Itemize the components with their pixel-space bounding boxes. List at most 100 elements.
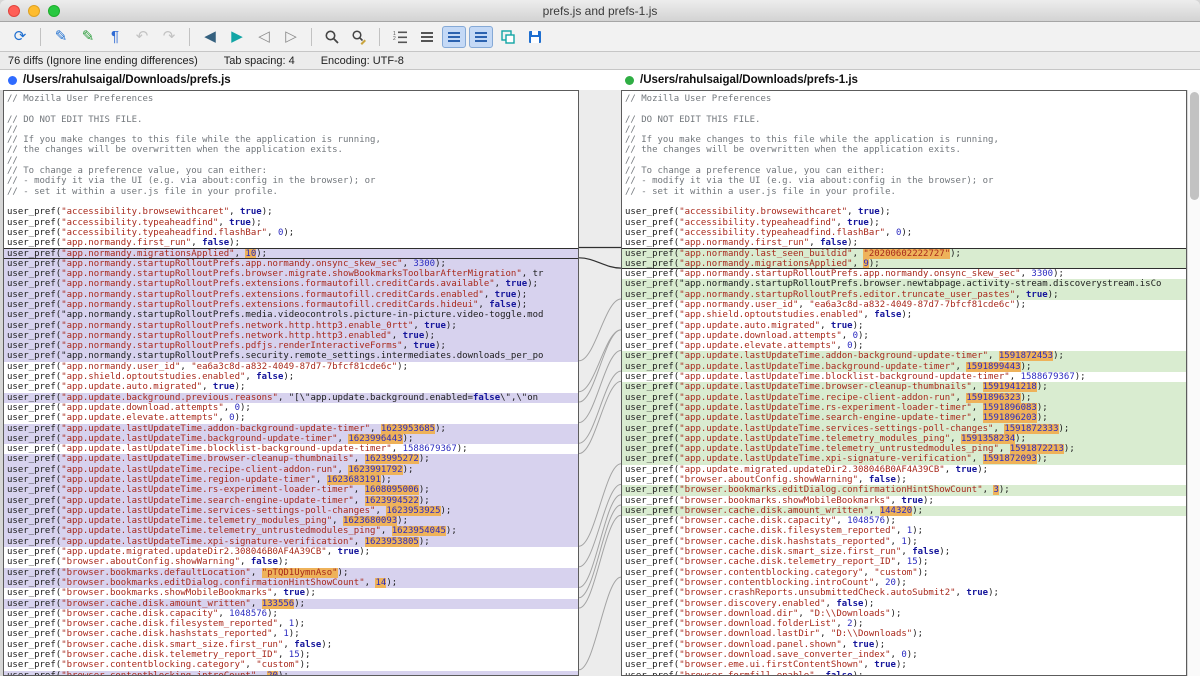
code-line[interactable]: user_pref("app.update.lastUpdateTime.sea… — [4, 496, 578, 506]
code-line[interactable]: user_pref("app.update.lastUpdateTime.xpi… — [622, 454, 1186, 464]
code-line[interactable]: user_pref("app.normandy.startupRolloutPr… — [4, 310, 578, 320]
code-line[interactable]: ​ — [4, 197, 578, 207]
close-button[interactable] — [8, 5, 20, 17]
code-line[interactable]: user_pref("app.update.download.attempts"… — [622, 331, 1186, 341]
code-line[interactable]: user_pref("browser.aboutConfig.showWarni… — [4, 557, 578, 567]
code-line[interactable]: user_pref("app.update.lastUpdateTime.blo… — [622, 372, 1186, 382]
code-line[interactable]: user_pref("browser.bookmarks.editDialog.… — [622, 485, 1186, 495]
code-line[interactable]: user_pref("app.update.elevate.attempts",… — [4, 413, 578, 423]
code-line[interactable]: user_pref("app.update.lastUpdateTime.add… — [622, 351, 1186, 361]
code-line[interactable]: user_pref("app.normandy.startupRolloutPr… — [4, 269, 578, 279]
code-line[interactable]: user_pref("app.normandy.startupRolloutPr… — [4, 300, 578, 310]
code-line[interactable]: user_pref("app.normandy.last_seen_buildi… — [622, 248, 1186, 258]
code-line[interactable]: // — [4, 125, 578, 135]
code-line[interactable]: // To change a preference value, you can… — [622, 166, 1186, 176]
code-line[interactable]: // If you make changes to this file whil… — [622, 135, 1186, 145]
code-line[interactable]: user_pref("app.update.lastUpdateTime.rec… — [622, 393, 1186, 403]
code-line[interactable]: user_pref("browser.download.save_convert… — [622, 650, 1186, 660]
code-line[interactable]: user_pref("app.update.auto.migrated", tr… — [4, 382, 578, 392]
code-line[interactable]: user_pref("browser.aboutConfig.showWarni… — [622, 475, 1186, 485]
code-line[interactable]: // DO NOT EDIT THIS FILE. — [622, 115, 1186, 125]
code-line[interactable]: user_pref("app.update.download.attempts"… — [4, 403, 578, 413]
code-line[interactable]: user_pref("app.normandy.startupRolloutPr… — [622, 269, 1186, 279]
code-line[interactable]: user_pref("app.update.lastUpdateTime.rs-… — [4, 485, 578, 495]
code-line[interactable]: user_pref("browser.download.folderList",… — [622, 619, 1186, 629]
code-line[interactable]: user_pref("app.normandy.startupRolloutPr… — [4, 341, 578, 351]
code-line[interactable]: user_pref("accessibility.typeaheadfind.f… — [4, 228, 578, 238]
code-line[interactable]: user_pref("app.update.lastUpdateTime.tel… — [4, 516, 578, 526]
code-line[interactable]: user_pref("app.update.elevate.attempts",… — [622, 341, 1186, 351]
next-diff-button[interactable]: ▶ — [225, 26, 249, 48]
code-line[interactable]: // To change a preference value, you can… — [4, 166, 578, 176]
zoom-button[interactable] — [48, 5, 60, 17]
prev-diff-button[interactable]: ◀ — [198, 26, 222, 48]
copy-button[interactable] — [496, 26, 520, 48]
edit-left-button[interactable]: ✎ — [49, 26, 73, 48]
view-unified-toggle[interactable] — [415, 26, 439, 48]
code-line[interactable]: user_pref("browser.bookmarks.defaultLoca… — [4, 568, 578, 578]
code-line[interactable]: user_pref("app.shield.optoutstudies.enab… — [4, 372, 578, 382]
code-line[interactable]: user_pref("app.normandy.first_run", fals… — [4, 238, 578, 248]
code-line[interactable]: user_pref("accessibility.typeaheadfind.f… — [622, 228, 1186, 238]
code-line[interactable]: user_pref("app.update.lastUpdateTime.ser… — [622, 424, 1186, 434]
code-line[interactable]: user_pref("app.normandy.user_id", "ea6a3… — [4, 362, 578, 372]
code-line[interactable]: user_pref("app.update.lastUpdateTime.rec… — [4, 465, 578, 475]
code-line[interactable]: user_pref("browser.cache.disk.smart_size… — [622, 547, 1186, 557]
code-line[interactable]: // the changes will be overwritten when … — [622, 145, 1186, 155]
code-line[interactable]: user_pref("browser.cache.disk.amount_wri… — [622, 506, 1186, 516]
code-line[interactable]: user_pref("accessibility.browsewithcaret… — [622, 207, 1186, 217]
code-line[interactable]: user_pref("browser.contentblocking.categ… — [4, 660, 578, 670]
code-line[interactable]: user_pref("browser.crashReports.unsubmit… — [622, 588, 1186, 598]
redo-button[interactable]: ↷ — [157, 26, 181, 48]
view-split-toggle[interactable] — [442, 26, 466, 48]
code-line[interactable]: ​ — [622, 197, 1186, 207]
code-line[interactable]: // the changes will be overwritten when … — [4, 145, 578, 155]
code-line[interactable]: user_pref("browser.cache.disk.hashstats_… — [622, 537, 1186, 547]
code-line[interactable]: user_pref("app.update.auto.migrated", tr… — [622, 321, 1186, 331]
scrollbar-thumb[interactable] — [1190, 92, 1199, 200]
code-line[interactable]: // - modify it via the UI (e.g. via abou… — [622, 176, 1186, 186]
undo-button[interactable]: ↶ — [130, 26, 154, 48]
code-line[interactable]: // - set it within a user.js file in you… — [622, 187, 1186, 197]
code-line[interactable]: user_pref("browser.cache.disk.capacity",… — [4, 609, 578, 619]
right-code-pane[interactable]: // Mozilla User Preferences​// DO NOT ED… — [621, 90, 1187, 676]
code-line[interactable]: // If you make changes to this file whil… — [4, 135, 578, 145]
code-line[interactable]: // — [622, 125, 1186, 135]
code-line[interactable]: user_pref("browser.download.panel.shown"… — [622, 640, 1186, 650]
code-line[interactable]: user_pref("app.normandy.user_id", "ea6a3… — [622, 300, 1186, 310]
code-line[interactable]: user_pref("browser.eme.ui.firstContentSh… — [622, 660, 1186, 670]
code-line[interactable]: user_pref("app.normandy.first_run", fals… — [622, 238, 1186, 248]
code-line[interactable]: user_pref("app.normandy.startupRolloutPr… — [4, 321, 578, 331]
code-line[interactable]: user_pref("app.update.migrated.updateDir… — [4, 547, 578, 557]
code-line[interactable]: user_pref("app.normandy.startupRolloutPr… — [4, 290, 578, 300]
code-line[interactable]: user_pref("accessibility.typeaheadfind",… — [4, 218, 578, 228]
code-line[interactable]: // Mozilla User Preferences — [622, 94, 1186, 104]
code-line[interactable]: ​ — [622, 104, 1186, 114]
code-line[interactable]: user_pref("browser.discovery.enabled", f… — [622, 599, 1186, 609]
code-line[interactable]: user_pref("app.update.lastUpdateTime.bro… — [4, 454, 578, 464]
code-line[interactable]: user_pref("browser.contentblocking.intro… — [622, 578, 1186, 588]
code-line[interactable]: user_pref("app.normandy.startupRolloutPr… — [622, 290, 1186, 300]
code-line[interactable]: user_pref("browser.bookmarks.showMobileB… — [622, 496, 1186, 506]
code-line[interactable]: user_pref("app.update.lastUpdateTime.ser… — [4, 506, 578, 516]
code-line[interactable]: user_pref("accessibility.typeaheadfind",… — [622, 218, 1186, 228]
code-line[interactable]: user_pref("app.normandy.migrationsApplie… — [622, 259, 1186, 269]
code-line[interactable]: user_pref("app.normandy.startupRolloutPr… — [4, 259, 578, 269]
code-line[interactable]: user_pref("app.shield.optoutstudies.enab… — [622, 310, 1186, 320]
code-line[interactable]: user_pref("app.normandy.startupRolloutPr… — [622, 279, 1186, 289]
code-line[interactable]: user_pref("browser.bookmarks.editDialog.… — [4, 578, 578, 588]
code-line[interactable]: user_pref("app.update.lastUpdateTime.bro… — [622, 382, 1186, 392]
search-replace-button[interactable] — [347, 26, 371, 48]
code-line[interactable]: user_pref("app.update.lastUpdateTime.rs-… — [622, 403, 1186, 413]
code-line[interactable]: user_pref("app.update.lastUpdateTime.blo… — [4, 444, 578, 454]
code-line[interactable]: user_pref("browser.cache.disk.amount_wri… — [4, 599, 578, 609]
code-line[interactable]: user_pref("app.update.lastUpdateTime.tel… — [622, 434, 1186, 444]
code-line[interactable]: user_pref("browser.cache.disk.hashstats_… — [4, 629, 578, 639]
code-line[interactable]: user_pref("app.normandy.startupRolloutPr… — [4, 279, 578, 289]
code-line[interactable]: user_pref("app.normandy.startupRolloutPr… — [4, 331, 578, 341]
search-button[interactable] — [320, 26, 344, 48]
code-line[interactable]: user_pref("app.update.lastUpdateTime.tel… — [622, 444, 1186, 454]
code-line[interactable]: user_pref("app.normandy.startupRolloutPr… — [4, 351, 578, 361]
line-numbers-toggle[interactable]: 12 — [388, 26, 412, 48]
code-line[interactable]: user_pref("app.update.lastUpdateTime.tel… — [4, 526, 578, 536]
